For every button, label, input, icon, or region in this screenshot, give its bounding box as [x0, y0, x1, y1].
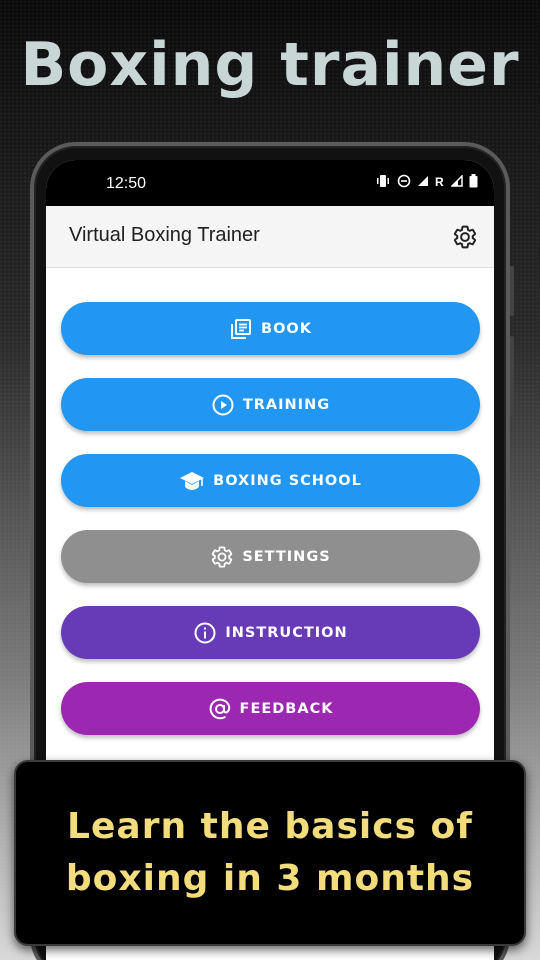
app-title: Virtual Boxing Trainer	[69, 224, 260, 246]
vibrate-icon	[377, 175, 389, 187]
graduation-cap-icon	[180, 471, 205, 490]
settings-button[interactable]: SETTINGS	[61, 530, 480, 583]
settings-gear-icon[interactable]	[452, 224, 478, 250]
training-button[interactable]: TRAINING	[61, 378, 480, 431]
power-button	[510, 336, 514, 416]
promo-banner-line2: boxing in 3 months	[65, 858, 475, 899]
boxing-school-button-label: BOXING SCHOOL	[213, 472, 362, 489]
status-time: 12:50	[106, 175, 147, 192]
boxing-school-button[interactable]: BOXING SCHOOL	[61, 454, 480, 507]
main-menu: BOOK TRAINING BOXING SCHOOL SETTINGS INS…	[61, 302, 480, 758]
promo-banner-line1: Learn the basics of	[67, 806, 473, 847]
play-circle-icon	[212, 394, 234, 415]
settings-button-label: SETTINGS	[242, 548, 331, 565]
gear-icon	[212, 546, 233, 567]
feedback-button[interactable]: FEEDBACK	[61, 682, 480, 735]
instruction-button[interactable]: INSTRUCTION	[61, 606, 480, 659]
status-icons: R	[375, 174, 478, 188]
signal-icon	[451, 175, 463, 187]
svg-text:R: R	[435, 175, 444, 187]
at-sign-icon	[209, 698, 230, 719]
feedback-button-label: FEEDBACK	[239, 700, 334, 717]
battery-icon	[469, 174, 478, 188]
book-button-label: BOOK	[261, 320, 312, 337]
signal-icon	[418, 176, 428, 186]
app-bar: Virtual Boxing Trainer	[46, 206, 494, 268]
info-icon	[194, 622, 216, 643]
promo-title: Boxing trainer	[20, 30, 520, 100]
volume-button	[510, 266, 514, 316]
book-icon	[231, 318, 252, 339]
roaming-icon: R	[435, 175, 444, 187]
instruction-button-label: INSTRUCTION	[225, 624, 348, 641]
status-bar: 12:50 R	[46, 160, 494, 206]
promo-banner: Learn the basics of boxing in 3 months	[14, 760, 526, 946]
book-button[interactable]: BOOK	[61, 302, 480, 355]
do-not-disturb-icon	[397, 174, 411, 188]
training-button-label: TRAINING	[242, 396, 331, 413]
